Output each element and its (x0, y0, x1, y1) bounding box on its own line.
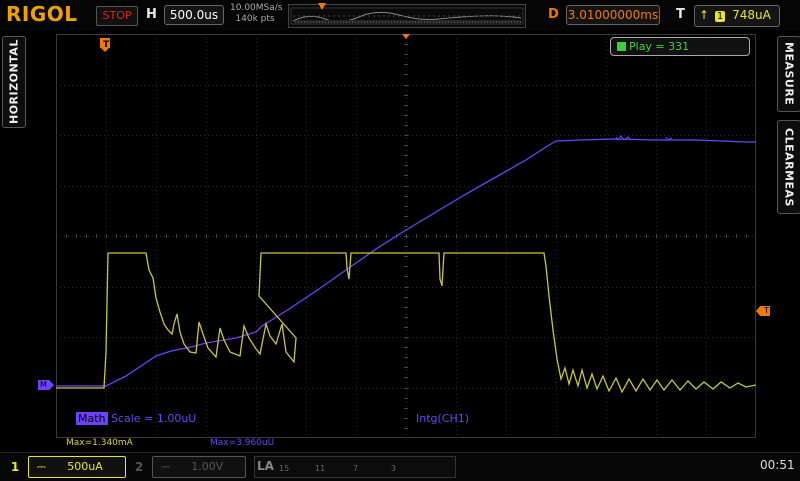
la-group-15: 15 (279, 464, 290, 473)
timebase-label: H (146, 7, 157, 22)
ch1-scale: 500uA (67, 460, 103, 473)
math-scale: Scale = 1.00uU (111, 412, 197, 425)
math-offset-marker[interactable]: M (38, 380, 54, 390)
la-label: LA (257, 459, 274, 473)
memory-waveform-overview (290, 7, 524, 25)
acquisition-info: 10.00MSa/s 140k pts (230, 3, 283, 25)
math-tag: Math (76, 412, 108, 425)
ch1-coupling-icon: ⎓ (37, 460, 46, 473)
ch2-number[interactable]: 2 (130, 456, 148, 478)
trigger-level-marker[interactable]: T (756, 306, 770, 316)
ch2-settings[interactable]: ⎓ 1.00V (152, 456, 246, 478)
ch1-settings[interactable]: ⎓ 500uA (28, 456, 126, 478)
trigger-label: T (676, 7, 685, 22)
trigger-level: 748uA (732, 8, 771, 22)
clock: 00:51 (760, 458, 795, 472)
math-function: Intg(CH1) (416, 412, 470, 425)
waveform-graticule (56, 34, 756, 438)
memory-overview-strip[interactable] (288, 4, 526, 28)
play-count-text: Play = 331 (629, 40, 690, 53)
sample-rate: 10.00MSa/s (230, 3, 283, 13)
ch2-coupling-icon: ⎓ (161, 460, 170, 473)
ch1-marker-label: T (103, 40, 110, 50)
brand-logo: RIGOL (6, 2, 78, 26)
trigger-edge-icon: ↑ (699, 8, 710, 22)
delay-value[interactable]: 3.01000000ms (566, 5, 660, 25)
memory-depth: 140k pts (235, 14, 275, 24)
measure-tab[interactable]: MEASURE (777, 36, 800, 112)
ch1-max-measurement: Max=1.340mA (66, 438, 133, 448)
la-settings[interactable]: LA 15 11 7 3 (254, 456, 456, 478)
la-group-3: 3 (391, 464, 397, 473)
clear-measure-tab[interactable]: CLEARMEAS (777, 120, 800, 214)
la-group-11: 11 (315, 464, 326, 473)
la-group-7: 7 (353, 464, 359, 473)
horizontal-tab[interactable]: HORIZONTAL (2, 36, 26, 128)
math-max-measurement: Max=3.960uU (210, 438, 275, 448)
trigger-source: 1 (714, 11, 726, 22)
math-info: Math Scale = 1.00uU (76, 412, 196, 425)
play-icon (617, 42, 626, 51)
ch2-scale: 1.00V (191, 460, 224, 473)
run-stop-button[interactable]: STOP (96, 6, 138, 26)
ch1-number[interactable]: 1 (6, 456, 24, 478)
timebase-scale[interactable]: 500.0us (164, 5, 224, 25)
play-counter[interactable]: Play = 331 (610, 37, 750, 56)
trigger-settings[interactable]: ↑ 1 748uA (694, 5, 780, 27)
trigger-position-marker-icon (402, 34, 410, 39)
delay-label: D (548, 7, 559, 22)
